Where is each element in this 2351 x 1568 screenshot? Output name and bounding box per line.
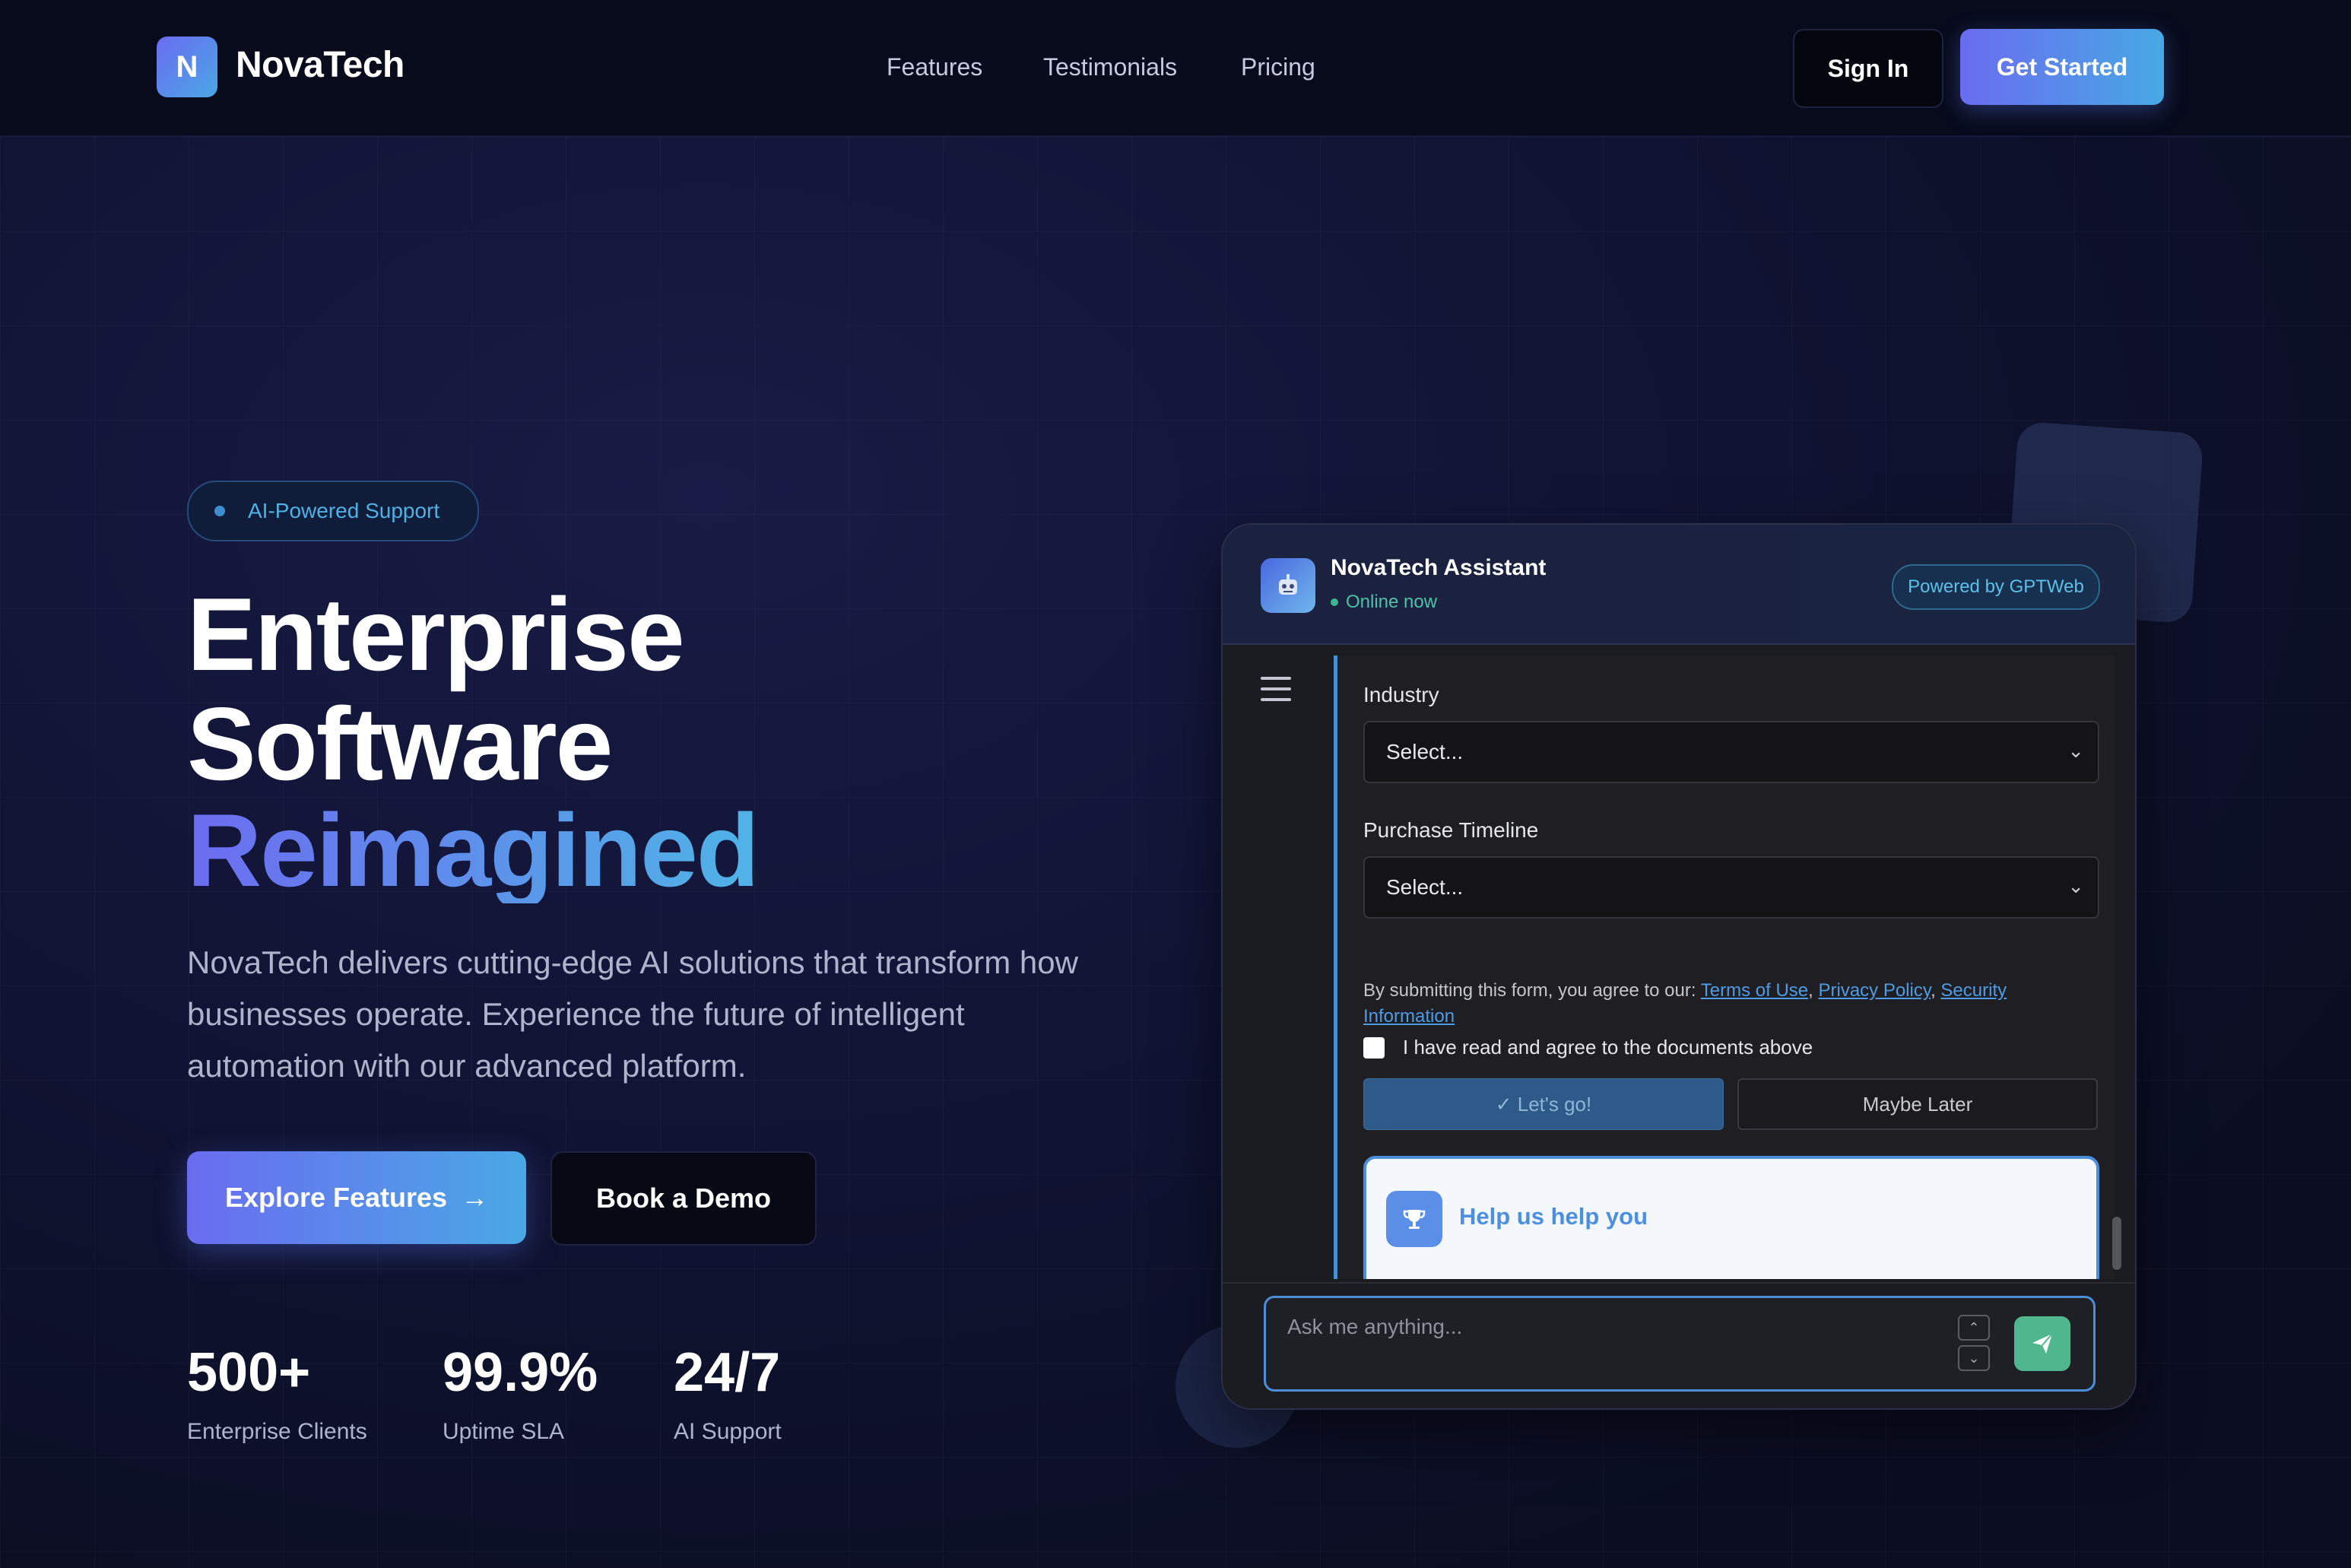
timeline-select[interactable]: Select... ⌄	[1363, 856, 2099, 919]
industry-label: Industry	[1363, 683, 1439, 706]
explore-features-button[interactable]: Explore Features →	[187, 1151, 526, 1244]
online-status: Online now	[1331, 592, 1437, 613]
agree-label: I have read and agree to the documents a…	[1403, 1036, 1813, 1059]
chevron-down-icon: ⌄	[2067, 739, 2084, 762]
send-button[interactable]	[2014, 1316, 2070, 1371]
help-card: Help us help you	[1363, 1156, 2099, 1279]
nav-link-pricing[interactable]: Pricing	[1241, 53, 1315, 81]
badge-label: AI-Powered Support	[248, 499, 440, 522]
nav-link-features[interactable]: Features	[887, 53, 982, 81]
logo-letter: N	[176, 49, 198, 84]
stat-label-uptime: Uptime SLA	[443, 1419, 565, 1444]
history-stepper: ⌃ ⌄	[1958, 1315, 1990, 1376]
timeline-select-value: Select...	[1386, 875, 1464, 899]
agree-checkbox[interactable]	[1363, 1036, 1385, 1059]
privacy-policy-link[interactable]: Privacy Policy	[1818, 980, 1931, 1001]
chat-title: NovaTech Assistant	[1331, 555, 1547, 580]
chat-widget: NovaTech Assistant Online now Powered by…	[1221, 523, 2137, 1410]
hero-title-line1: Enterprise	[187, 576, 685, 692]
chat-scrollbar[interactable]	[2112, 1217, 2121, 1270]
explore-features-label: Explore Features	[224, 1182, 448, 1213]
logo-icon[interactable]: N	[157, 37, 217, 97]
hero-title-line3: Reimagined	[187, 792, 760, 908]
book-demo-button[interactable]: Book a Demo	[550, 1151, 817, 1246]
trophy-icon	[1386, 1191, 1442, 1247]
online-status-label: Online now	[1346, 592, 1438, 612]
hero-title-line2: Software	[187, 686, 613, 801]
robot-icon	[1261, 558, 1315, 613]
timeline-label: Purchase Timeline	[1363, 818, 1539, 842]
chevron-down-icon: ⌄	[2067, 874, 2084, 897]
industry-select[interactable]: Select... ⌄	[1363, 721, 2099, 783]
chevron-down-icon[interactable]: ⌄	[1958, 1345, 1990, 1371]
powered-by-badge[interactable]: Powered by GPTWeb	[1892, 564, 2100, 610]
terms-of-use-link[interactable]: Terms of Use	[1701, 980, 1808, 1001]
industry-select-value: Select...	[1386, 740, 1464, 763]
nav-link-testimonials[interactable]: Testimonials	[1043, 53, 1177, 81]
lead-form: Industry Select... ⌄ Purchase Timeline S…	[1334, 655, 2115, 1279]
chat-input-placeholder: Ask me anything...	[1287, 1315, 1463, 1338]
maybe-later-button[interactable]: Maybe Later	[1737, 1078, 2098, 1130]
brand-name[interactable]: NovaTech	[236, 44, 405, 86]
badge-dot-icon	[214, 506, 225, 516]
terms-text: By submitting this form, you agree to ou…	[1363, 980, 2007, 1027]
chat-input-area: Ask me anything... ⌃ ⌄	[1223, 1282, 2135, 1408]
chat-header: NovaTech Assistant Online now Powered by…	[1223, 525, 2135, 645]
online-dot-icon	[1331, 598, 1338, 606]
hamburger-menu-icon[interactable]	[1261, 677, 1291, 709]
send-icon	[2032, 1333, 2053, 1354]
ai-support-badge: AI-Powered Support	[187, 481, 479, 541]
stat-label-support: AI Support	[674, 1419, 782, 1444]
chevron-up-icon[interactable]: ⌃	[1958, 1315, 1990, 1341]
sign-in-button[interactable]: Sign In	[1793, 29, 1943, 108]
stat-value-uptime: 99.9%	[443, 1342, 598, 1403]
help-card-title: Help us help you	[1459, 1203, 1648, 1230]
terms-prefix: By submitting this form, you agree to ou…	[1363, 980, 1696, 1001]
hero-subtitle: NovaTech delivers cutting-edge AI soluti…	[187, 944, 1078, 1084]
top-nav: N NovaTech Features Testimonials Pricing…	[0, 0, 2351, 137]
lets-go-button[interactable]: ✓ Let's go!	[1363, 1078, 1724, 1130]
stat-value-support: 24/7	[674, 1342, 781, 1403]
arrow-right-icon: →	[461, 1182, 489, 1213]
chat-input[interactable]: Ask me anything... ⌃ ⌄	[1264, 1296, 2096, 1392]
stat-value-clients: 500+	[187, 1342, 311, 1403]
get-started-button[interactable]: Get Started	[1960, 29, 2164, 105]
stat-label-clients: Enterprise Clients	[187, 1419, 367, 1444]
agree-row: I have read and agree to the documents a…	[1363, 1036, 1813, 1059]
